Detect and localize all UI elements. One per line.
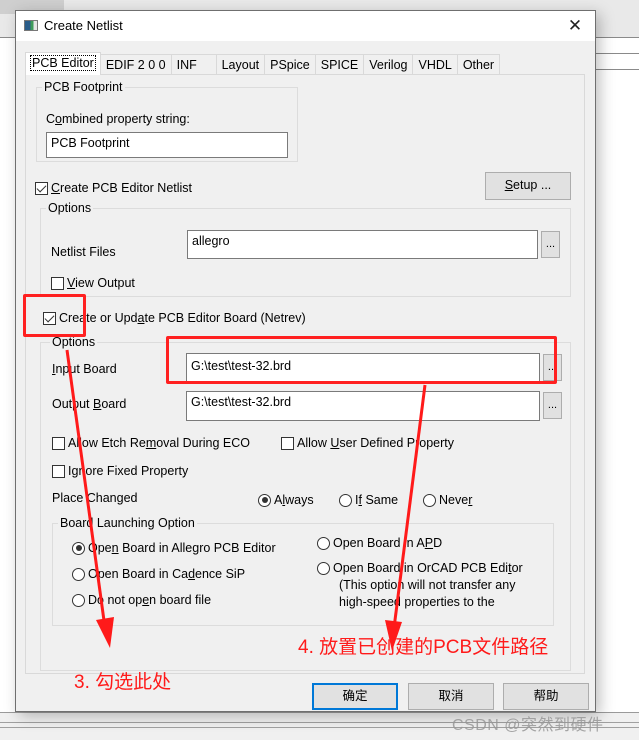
close-icon: ✕ <box>567 16 583 35</box>
checkbox-unchecked-icon <box>51 276 64 290</box>
annotation-step4-text: 4. 放置已创建的PCB文件路径 <box>298 637 549 658</box>
tab-pspice[interactable]: PSpice <box>264 54 316 75</box>
board-launching-label: Board Launching Option <box>60 516 195 530</box>
radio-unselected-icon <box>72 593 85 607</box>
orcad-note-line2: high-speed properties to the <box>339 595 495 609</box>
tab-bar: PCB Editor EDIF 2 0 0 INF Layout PSpice … <box>25 52 501 75</box>
tab-edif[interactable]: EDIF 2 0 0 <box>99 54 172 75</box>
output-board-label: Output Board <box>52 397 127 411</box>
allow-etch-removal-checkbox[interactable]: Allow Etch Removal During ECO <box>52 436 250 450</box>
checkbox-checked-icon <box>35 181 48 195</box>
radio-selected-icon <box>72 541 85 555</box>
pcb-footprint-group-label: PCB Footprint <box>44 80 123 94</box>
setup-button[interactable]: Setup ... <box>485 172 571 200</box>
view-output-checkbox[interactable]: View Output <box>51 276 135 290</box>
netlist-files-input[interactable]: allegro <box>187 230 538 259</box>
checkbox-unchecked-icon <box>52 464 65 478</box>
ignore-fixed-property-checkbox[interactable]: Ignore Fixed Property <box>52 464 188 478</box>
netlist-files-label: Netlist Files <box>51 245 116 259</box>
ok-button[interactable]: 确定 <box>312 683 398 710</box>
tab-vhdl[interactable]: VHDL <box>412 54 458 75</box>
tab-inf[interactable]: INF <box>170 54 217 75</box>
title-bar: Create Netlist ✕ <box>16 11 595 41</box>
input-board-label: Input Board <box>52 362 117 376</box>
open-cadence-sip-radio[interactable]: Open Board in Cadence SiP <box>72 567 245 581</box>
place-changed-never-radio[interactable]: Never <box>423 493 472 507</box>
output-board-browse-button[interactable]: ... <box>543 392 562 419</box>
help-button[interactable]: 帮助 <box>503 683 589 710</box>
view-output-label: View Output <box>67 276 135 290</box>
output-board-input[interactable]: G:\test\test-32.brd <box>186 391 540 421</box>
open-allegro-pcb-editor-radio[interactable]: Open Board in Allegro PCB Editor <box>72 541 276 555</box>
cancel-button[interactable]: 取消 <box>408 683 494 710</box>
background-divider <box>596 53 639 54</box>
tab-verilog[interactable]: Verilog <box>363 54 414 75</box>
radio-label: Open Board in OrCAD PCB Editor <box>333 561 523 575</box>
checkbox-unchecked-icon <box>52 436 65 450</box>
place-changed-if-same-radio[interactable]: If Same <box>339 493 398 507</box>
tab-other[interactable]: Other <box>456 54 501 75</box>
checkbox-unchecked-icon <box>281 436 294 450</box>
netlist-options-label: Options <box>48 201 92 215</box>
dialog-title: Create Netlist <box>44 18 123 33</box>
radio-label: Always <box>274 493 314 507</box>
radio-label: Never <box>439 493 473 507</box>
radio-unselected-icon <box>423 493 436 507</box>
ignore-fixed-label: Ignore Fixed Property <box>68 464 189 478</box>
open-apd-radio[interactable]: Open Board in APD <box>317 536 442 550</box>
radio-label: Open Board in Cadence SiP <box>88 567 246 581</box>
radio-unselected-icon <box>317 536 330 550</box>
radio-label: Open Board in APD <box>333 536 443 550</box>
allow-user-defined-property-checkbox[interactable]: Allow User Defined Property <box>281 436 454 450</box>
app-icon <box>24 20 38 31</box>
netlist-files-browse-button[interactable]: ... <box>541 231 560 258</box>
radio-selected-icon <box>258 493 271 507</box>
tab-label: PCB Editor <box>30 55 96 71</box>
radio-label: Open Board in Allegro PCB Editor <box>88 541 276 555</box>
netrev-label: Create or Update PCB Editor Board (Netre… <box>59 311 306 325</box>
annotation-box-input-board <box>166 336 557 384</box>
place-changed-label: Place Changed <box>52 491 138 505</box>
allow-user-label: Allow User Defined Property <box>297 436 455 450</box>
combined-property-label: Combined property string: <box>46 112 190 126</box>
combined-property-input[interactable]: PCB Footprint <box>46 132 288 158</box>
radio-label: If Same <box>355 493 399 507</box>
annotation-box-netrev-checkbox <box>23 294 86 337</box>
annotation-step3-text: 3. 勾选此处 <box>74 672 172 693</box>
place-changed-always-radio[interactable]: Always <box>258 493 314 507</box>
radio-unselected-icon <box>339 493 352 507</box>
radio-unselected-icon <box>72 567 85 581</box>
create-pcb-editor-netlist-checkbox[interactable]: Create PCB Editor Netlist <box>35 181 192 195</box>
tab-spice[interactable]: SPICE <box>314 54 365 75</box>
radio-unselected-icon <box>317 561 330 575</box>
board-options-label: Options <box>52 335 96 349</box>
orcad-note-line1: (This option will not transfer any <box>339 578 516 592</box>
create-netlist-label: Create PCB Editor Netlist <box>51 181 193 195</box>
tab-pcb-editor[interactable]: PCB Editor <box>25 52 101 75</box>
do-not-open-board-radio[interactable]: Do not open board file <box>72 593 211 607</box>
radio-label: Do not open board file <box>88 593 212 607</box>
tab-layout[interactable]: Layout <box>215 54 266 75</box>
background-divider <box>596 69 639 70</box>
close-button[interactable]: ✕ <box>555 11 595 41</box>
allow-etch-label: Allow Etch Removal During ECO <box>68 436 251 450</box>
watermark: CSDN @突然到硬件 <box>452 717 604 734</box>
open-orcad-pcb-editor-radio[interactable]: Open Board in OrCAD PCB Editor <box>317 561 523 575</box>
